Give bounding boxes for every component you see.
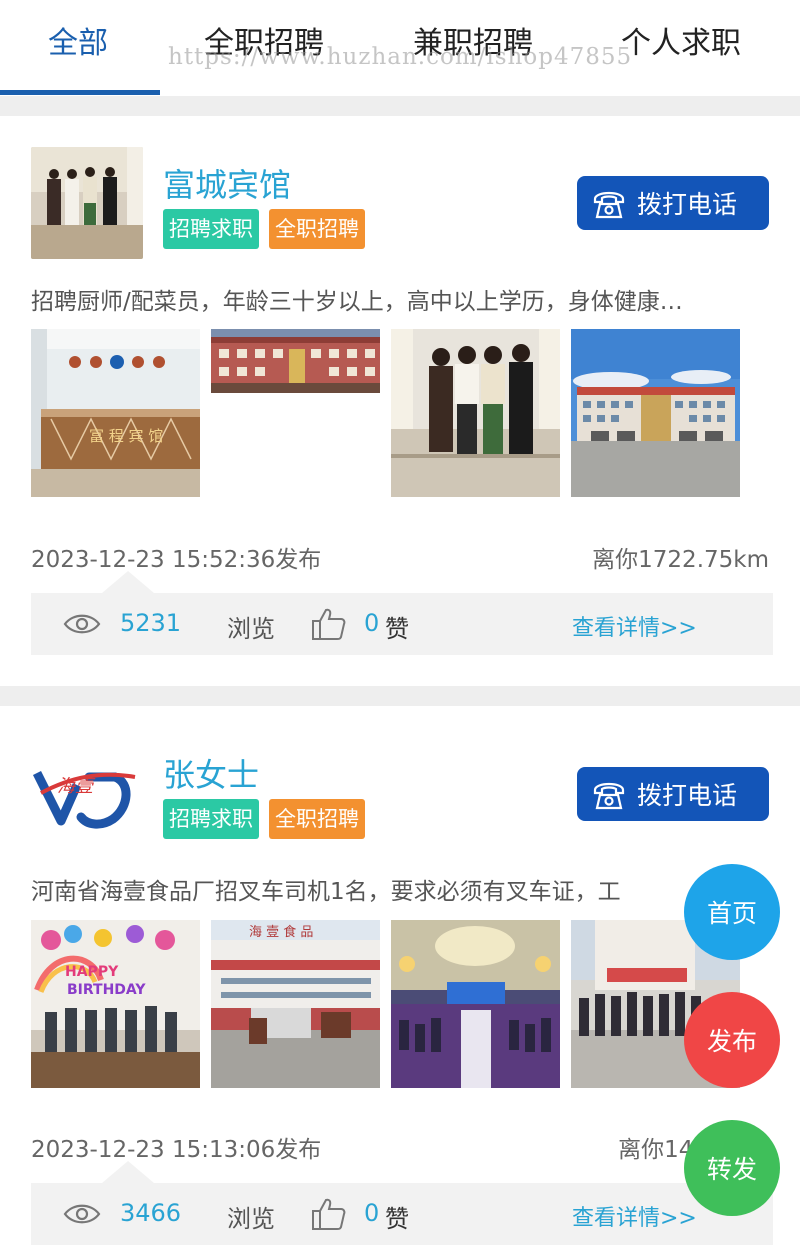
svg-text:BIRTHDAY: BIRTHDAY (67, 982, 146, 998)
post-stats-bar: 3466 浏览 0 赞 查看详情>> (31, 1183, 773, 1245)
tag-job-type: 全职招聘 (269, 209, 365, 249)
share-button[interactable]: 转发 (684, 1120, 780, 1216)
post-photo[interactable] (391, 329, 560, 497)
tag-job-category: 招聘求职 (163, 209, 259, 249)
svg-text:海 壹 食 品: 海 壹 食 品 (249, 924, 313, 940)
eye-icon (63, 1204, 101, 1224)
phone-icon (593, 782, 625, 810)
view-label: 浏览 (227, 615, 275, 643)
post-distance: 离你1722.75km (592, 547, 769, 573)
post-photo[interactable]: HAPPY BIRTHDAY (31, 920, 200, 1088)
stats-caret (102, 571, 154, 593)
like-count: 0 (364, 1199, 380, 1227)
post-card: 海壹 张女士 招聘求职 全职招聘 拨打电话 河南省海壹食品厂招叉车司机1名，要求… (0, 706, 800, 1245)
view-count: 3466 (120, 1199, 182, 1227)
thumbs-up-icon[interactable] (310, 606, 346, 642)
like-count: 0 (364, 609, 380, 637)
view-count: 5231 (120, 609, 182, 637)
tag-job-type: 全职招聘 (269, 799, 365, 839)
post-photo[interactable] (211, 329, 380, 393)
poster-avatar[interactable] (31, 147, 143, 259)
post-description: 河南省海壹食品厂招叉车司机1名，要求必须有叉车证，工 (31, 879, 621, 905)
phone-icon (593, 191, 625, 219)
post-time: 2023-12-23 15:13:06发布 (31, 1137, 322, 1163)
stats-caret (102, 1161, 154, 1183)
avatar-logo-text: 海壹 (57, 776, 96, 797)
poster-name[interactable]: 富城宾馆 (163, 160, 291, 206)
thumbs-up-icon[interactable] (310, 1196, 346, 1232)
poster-avatar[interactable]: 海壹 (31, 737, 143, 849)
home-button[interactable]: 首页 (684, 864, 780, 960)
post-photo[interactable] (571, 329, 740, 497)
post-photo[interactable]: 海 壹 食 品 (211, 920, 380, 1088)
view-label: 浏览 (227, 1205, 275, 1233)
active-tab-indicator (0, 90, 160, 95)
category-tabs: 全部 全职招聘 兼职招聘 个人求职 https://www.huzhan.com… (0, 0, 800, 96)
post-photo[interactable]: 富 程 宾 馆 (31, 329, 200, 497)
section-divider (0, 686, 800, 706)
section-divider (0, 96, 800, 116)
poster-name[interactable]: 张女士 (163, 750, 259, 796)
watermark: https://www.huzhan.com/ishop47855 (168, 44, 633, 70)
svg-text:富 程 宾 馆: 富 程 宾 馆 (89, 427, 163, 445)
publish-button[interactable]: 发布 (684, 992, 780, 1088)
call-button[interactable]: 拨打电话 (577, 176, 769, 230)
tab-all[interactable]: 全部 (48, 22, 108, 66)
post-card: 富城宾馆 招聘求职 全职招聘 拨打电话 招聘厨师/配菜员，年龄三十岁以上，高中以… (0, 116, 800, 686)
svg-text:HAPPY: HAPPY (65, 964, 119, 980)
post-stats-bar: 5231 浏览 0 赞 查看详情>> (31, 593, 773, 655)
view-details-link[interactable]: 查看详情>> (572, 1200, 697, 1232)
tab-job-seeking[interactable]: 个人求职 (621, 22, 741, 66)
call-button[interactable]: 拨打电话 (577, 767, 769, 821)
post-time: 2023-12-23 15:52:36发布 (31, 547, 322, 573)
post-description: 招聘厨师/配菜员，年龄三十岁以上，高中以上学历，身体健康… (31, 289, 683, 315)
like-label[interactable]: 赞 (385, 1199, 409, 1234)
call-button-label: 拨打电话 (637, 781, 738, 810)
like-label[interactable]: 赞 (385, 609, 409, 644)
view-details-link[interactable]: 查看详情>> (572, 610, 697, 642)
call-button-label: 拨打电话 (637, 190, 738, 219)
tag-job-category: 招聘求职 (163, 799, 259, 839)
post-photo[interactable] (391, 920, 560, 1088)
eye-icon (63, 614, 101, 634)
